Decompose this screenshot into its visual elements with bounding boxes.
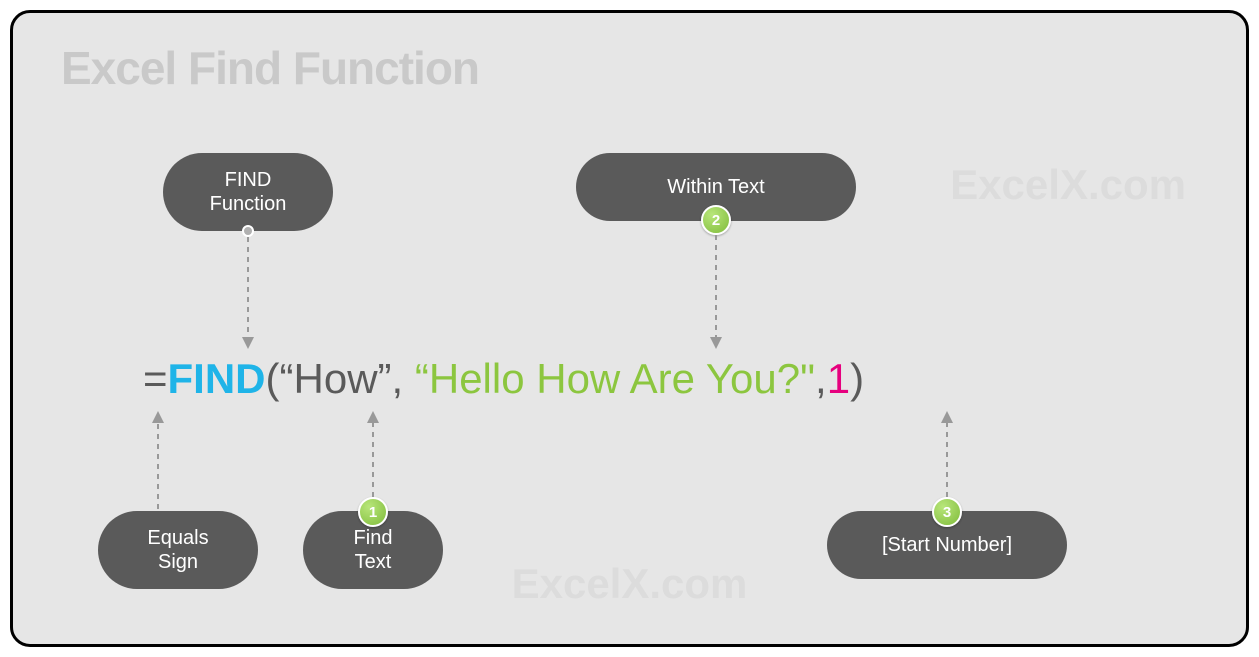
arrow-find-function: [242, 231, 254, 351]
arg1-findtext: “How”: [280, 355, 392, 402]
formula-expression: =FIND(“How”, “Hello How Are You?",1): [143, 355, 864, 403]
label-equals-sign: Equals Sign: [98, 511, 258, 589]
badge-2: 2: [701, 205, 731, 235]
function-token: FIND: [168, 355, 266, 402]
arrow-equals-sign: [152, 411, 164, 511]
arrow-start-number: [941, 411, 953, 499]
close-paren: ): [850, 355, 864, 402]
diagram-card: Excel Find Function ExcelX.com ExcelX.co…: [10, 10, 1249, 647]
page-title: Excel Find Function: [61, 41, 479, 95]
arrow-within-text: [710, 235, 722, 351]
arrow-find-text: [367, 411, 379, 499]
label-find-function: FIND Function: [163, 153, 333, 231]
badge-1: 1: [358, 497, 388, 527]
badge-3: 3: [932, 497, 962, 527]
watermark-top: ExcelX.com: [950, 161, 1186, 209]
comma1: ,: [392, 355, 415, 402]
comma2: ,: [815, 355, 827, 402]
open-paren: (: [266, 355, 280, 402]
equals-token: =: [143, 355, 168, 402]
connector-dot: [242, 225, 254, 237]
arg2-withintext: “Hello How Are You?": [415, 355, 815, 402]
watermark-bottom: ExcelX.com: [512, 560, 748, 608]
arg3-startnum: 1: [827, 355, 850, 402]
